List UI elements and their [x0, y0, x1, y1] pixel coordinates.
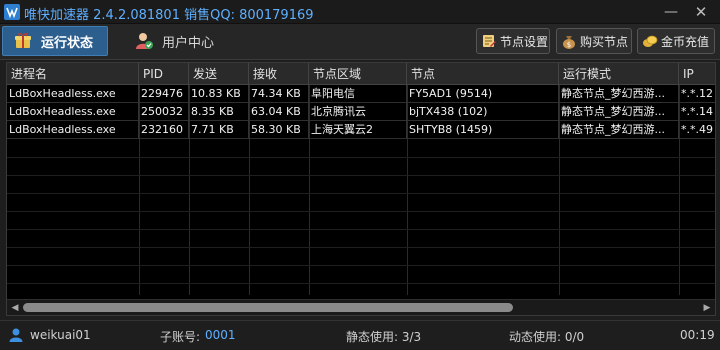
coins-icon — [643, 35, 658, 47]
empty-row-line — [7, 157, 715, 158]
col-header-ip[interactable]: IP — [679, 63, 715, 85]
coin-recharge-button[interactable]: 金币充值 — [637, 28, 715, 54]
scroll-right-arrow-icon[interactable]: ▶ — [701, 302, 713, 314]
cell-node-region: 北京腾讯云 — [309, 103, 407, 121]
cell-sent: 8.35 KB — [189, 103, 249, 121]
buy-node-label: 购买节点 — [580, 34, 629, 49]
cell-run-mode: 静态节点_梦幻西游... — [559, 85, 679, 103]
cell-run-mode: 静态节点_梦幻西游... — [559, 103, 679, 121]
empty-row-line — [7, 283, 715, 284]
buy-node-button[interactable]: $ 购买节点 — [556, 28, 632, 54]
table-row[interactable]: LdBoxHeadless.exe 229476 10.83 KB 74.34 … — [7, 85, 715, 103]
tab-run-status-label: 运行状态 — [41, 35, 94, 51]
empty-row-line — [7, 193, 715, 194]
cell-node-region: 阜阳电信 — [309, 85, 407, 103]
coin-recharge-label: 金币充值 — [661, 34, 710, 49]
col-header-pid[interactable]: PID — [139, 63, 189, 85]
username: weikuai01 — [30, 328, 91, 342]
cell-received: 63.04 KB — [249, 103, 309, 121]
empty-row-line — [7, 229, 715, 230]
empty-row-line — [7, 211, 715, 212]
cell-process-name: LdBoxHeadless.exe — [7, 121, 139, 139]
empty-row-line — [7, 265, 715, 266]
title-bar: 唯快加速器 2.4.2.081801 销售QQ: 800179169 — ✕ — [0, 0, 720, 24]
table-body: LdBoxHeadless.exe 229476 10.83 KB 74.34 … — [7, 85, 715, 295]
tab-user-center[interactable]: 用户中心 — [130, 26, 230, 56]
cell-ip: *.*.49 — [679, 121, 715, 139]
node-settings-icon — [483, 35, 496, 47]
table-row[interactable]: LdBoxHeadless.exe 232160 7.71 KB 58.30 K… — [7, 121, 715, 139]
col-header-sent[interactable]: 发送 — [189, 63, 249, 85]
cell-sent: 7.71 KB — [189, 121, 249, 139]
cell-process-name: LdBoxHeadless.exe — [7, 85, 139, 103]
dynamic-usage: 动态使用: 0/0 — [509, 330, 585, 344]
status-bar: weikuai01 子账号: 0001 静态使用: 3/3 动态使用: 0/0 … — [0, 320, 720, 350]
cell-node: FY5AD1 (9514) — [407, 85, 559, 103]
session-timer: 00:19 — [680, 328, 715, 342]
window-title: 唯快加速器 2.4.2.081801 销售QQ: 800179169 — [24, 8, 314, 23]
close-button[interactable]: ✕ — [690, 2, 712, 22]
cell-node-region: 上海天翼云2 — [309, 121, 407, 139]
gift-icon — [15, 33, 31, 48]
sub-account-label: 子账号: — [160, 330, 201, 344]
cell-run-mode: 静态节点_梦幻西游... — [559, 121, 679, 139]
cell-ip: *.*.12 — [679, 85, 715, 103]
cell-process-name: LdBoxHeadless.exe — [7, 103, 139, 121]
scrollbar-thumb[interactable] — [23, 303, 513, 312]
cell-pid: 229476 — [139, 85, 189, 103]
scroll-left-arrow-icon[interactable]: ◀ — [9, 302, 21, 314]
tab-run-status[interactable]: 运行状态 — [2, 26, 108, 56]
static-usage: 静态使用: 3/3 — [346, 330, 422, 344]
empty-row-line — [7, 247, 715, 248]
svg-text:$: $ — [567, 41, 571, 49]
minimize-button[interactable]: — — [660, 2, 682, 22]
cell-ip: *.*.14 — [679, 103, 715, 121]
user-center-icon — [136, 33, 153, 49]
col-header-run-mode[interactable]: 运行模式 — [559, 63, 679, 85]
money-bag-icon: $ — [563, 36, 575, 49]
process-table: 进程名 PID 发送 接收 节点区域 节点 运行模式 IP LdBoxHeadl… — [6, 62, 716, 316]
app-logo-icon — [4, 4, 20, 20]
col-header-process-name[interactable]: 进程名 — [7, 63, 139, 85]
cell-received: 58.30 KB — [249, 121, 309, 139]
empty-row-line — [7, 175, 715, 176]
horizontal-scrollbar[interactable]: ◀ ▶ — [7, 299, 715, 315]
cell-sent: 10.83 KB — [189, 85, 249, 103]
cell-pid: 250032 — [139, 103, 189, 121]
col-header-received[interactable]: 接收 — [249, 63, 309, 85]
cell-received: 74.34 KB — [249, 85, 309, 103]
table-row[interactable]: LdBoxHeadless.exe 250032 8.35 KB 63.04 K… — [7, 103, 715, 121]
user-icon — [9, 328, 23, 342]
sub-account-value: 0001 — [205, 328, 236, 342]
node-settings-button[interactable]: 节点设置 — [476, 28, 550, 54]
col-header-node-region[interactable]: 节点区域 — [309, 63, 407, 85]
toolbar: 运行状态 用户中心 节点设置 $ 购买节点 金币充值 — [0, 24, 720, 60]
cell-node: SHTYB8 (1459) — [407, 121, 559, 139]
cell-node: bjTX438 (102) — [407, 103, 559, 121]
cell-pid: 232160 — [139, 121, 189, 139]
node-settings-label: 节点设置 — [500, 34, 549, 49]
col-header-node[interactable]: 节点 — [407, 63, 559, 85]
tab-user-center-label: 用户中心 — [162, 35, 215, 51]
table-header: 进程名 PID 发送 接收 节点区域 节点 运行模式 IP — [7, 63, 715, 85]
